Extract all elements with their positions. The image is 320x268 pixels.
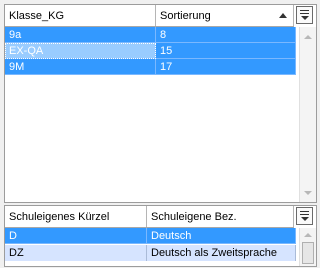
cell-klasse[interactable]: 9M	[5, 59, 156, 75]
sort-ascending-icon	[279, 13, 287, 18]
table-row[interactable]: 9M 17	[5, 59, 296, 75]
column-chooser-button[interactable]	[296, 207, 313, 225]
cell-klasse[interactable]: EX-QA	[5, 43, 156, 59]
klassen-grid: Klasse_KG Sortierung 9a 8 EX-QA 15 9M 17	[4, 4, 317, 203]
cell-bezeichnung[interactable]: Deutsch als Zweitsprache	[147, 245, 296, 261]
table-row[interactable]: D Deutsch	[5, 228, 296, 244]
scroll-up-icon[interactable]	[304, 35, 312, 39]
table-row[interactable]: EX-QA 15	[5, 43, 296, 59]
cell-kuerzel[interactable]: DZ	[5, 245, 147, 261]
cell-kuerzel[interactable]: D	[5, 228, 147, 244]
cell-sortierung[interactable]: 8	[156, 27, 296, 43]
column-header-sortierung[interactable]: Sortierung	[156, 5, 294, 26]
column-header-klasse-kg[interactable]: Klasse_KG	[5, 5, 156, 26]
scroll-down-icon[interactable]	[304, 191, 312, 195]
table-row[interactable]: 9a 8	[5, 27, 296, 43]
cell-sortierung[interactable]: 17	[156, 59, 296, 75]
klassen-grid-header: Klasse_KG Sortierung	[5, 5, 294, 27]
column-header-schuleigenes-kuerzel[interactable]: Schuleigenes Kürzel	[5, 206, 147, 227]
column-chooser-button[interactable]	[296, 6, 313, 24]
column-header-schuleigene-bez[interactable]: Schuleigene Bez.	[147, 206, 294, 227]
vertical-scrollbar[interactable]	[299, 27, 316, 202]
table-row[interactable]: DZ Deutsch als Zweitsprache	[5, 245, 296, 261]
cell-klasse[interactable]: 9a	[5, 27, 156, 43]
vertical-scrollbar[interactable]	[299, 228, 316, 266]
faecher-grid: Schuleigenes Kürzel Schuleigene Bez. D D…	[4, 205, 317, 267]
scroll-up-icon[interactable]	[304, 233, 312, 237]
scroll-thumb[interactable]	[302, 242, 314, 264]
cell-sortierung[interactable]: 15	[156, 43, 296, 59]
cell-bezeichnung[interactable]: Deutsch	[147, 228, 296, 244]
faecher-grid-header: Schuleigenes Kürzel Schuleigene Bez.	[5, 206, 294, 228]
